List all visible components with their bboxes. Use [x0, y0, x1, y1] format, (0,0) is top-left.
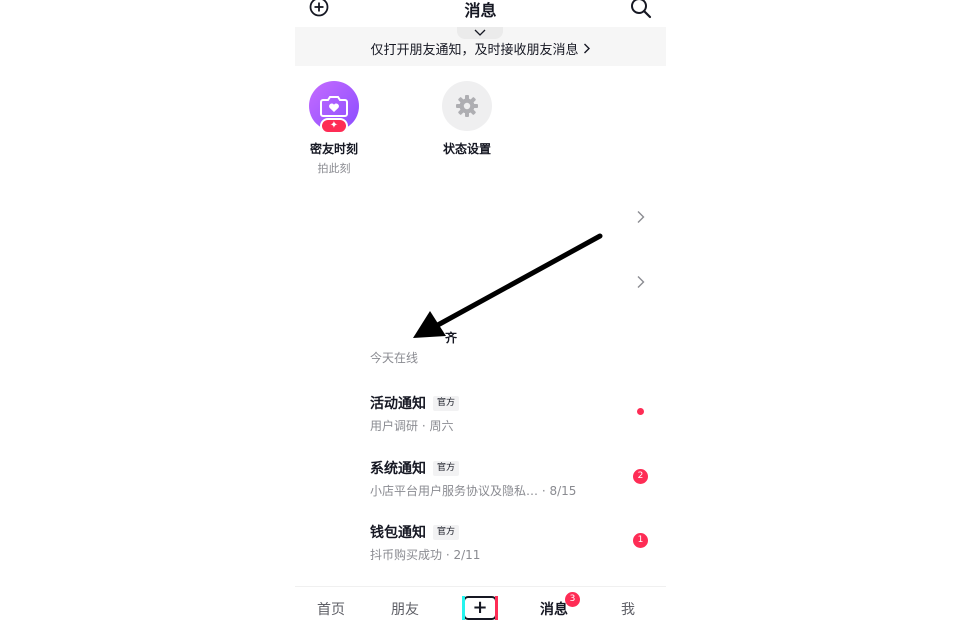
banner-text: 仅打开朋友通知，及时接收朋友消息	[370, 43, 579, 58]
close-friends-avatar: ✦	[309, 81, 359, 134]
notification-title: 钱包通知	[370, 525, 426, 541]
create-button[interactable]: +	[462, 596, 498, 620]
official-tag: 官方	[433, 396, 460, 411]
unread-count-badge: 1	[633, 533, 648, 548]
camera-heart-icon	[320, 96, 348, 117]
gear-icon	[456, 95, 478, 117]
create-button-label: +	[472, 597, 488, 618]
quick-action-label: 状态设置	[442, 142, 491, 156]
unread-count-badge: 2	[633, 469, 648, 484]
notification-preview: 小店平台用户服务协议及隐私… · 8/15	[370, 484, 577, 498]
bottom-tab-bar: 首页 朋友 + 消息 3 我	[295, 586, 666, 625]
tab-me[interactable]: 我	[621, 599, 635, 619]
sparkle-icon: ✦	[320, 118, 348, 134]
chevron-right-icon[interactable]	[636, 210, 646, 224]
quick-action-status-settings[interactable]: 状态设置	[427, 81, 507, 157]
online-status-text: 今天在线	[370, 351, 419, 365]
chevron-right-icon[interactable]	[636, 275, 646, 289]
list-item-wallet-notice[interactable]: 钱包通知 官方 抖币购买成功 · 2/11 1	[370, 522, 660, 572]
tab-friends[interactable]: 朋友	[391, 599, 419, 619]
messages-screen: 消息 仅打开朋友通知，及时接收朋友消息 ✦ 密友时刻 拍此刻 状态设置 齐 今天…	[295, 0, 666, 624]
tab-messages[interactable]: 消息	[540, 599, 568, 619]
unread-dot	[637, 408, 644, 415]
tab-home[interactable]: 首页	[317, 599, 345, 619]
messages-badge: 3	[565, 592, 580, 607]
chevron-right-icon	[583, 43, 590, 54]
collapse-tab[interactable]	[457, 27, 503, 39]
search-icon[interactable]	[630, 0, 652, 19]
partial-name-text: 齐	[445, 331, 458, 345]
friend-notification-banner[interactable]: 仅打开朋友通知，及时接收朋友消息	[295, 27, 666, 66]
official-tag: 官方	[433, 461, 460, 476]
page-title: 消息	[464, 1, 497, 20]
chevron-down-icon	[474, 29, 486, 36]
quick-action-label: 密友时刻	[309, 142, 358, 156]
top-bar: 消息	[295, 0, 666, 27]
official-tag: 官方	[433, 525, 460, 540]
notification-preview: 用户调研 · 周六	[370, 419, 454, 433]
list-item-activity-notice[interactable]: 活动通知 官方 用户调研 · 周六	[370, 393, 660, 443]
notification-preview: 抖币购买成功 · 2/11	[370, 548, 481, 562]
list-item-system-notice[interactable]: 系统通知 官方 小店平台用户服务协议及隐私… · 8/15 2	[370, 458, 660, 508]
quick-action-sublabel: 拍此刻	[317, 162, 351, 175]
quick-action-close-friends[interactable]: ✦ 密友时刻 拍此刻	[294, 81, 374, 176]
notification-title: 活动通知	[370, 396, 426, 412]
notification-title: 系统通知	[370, 461, 426, 477]
